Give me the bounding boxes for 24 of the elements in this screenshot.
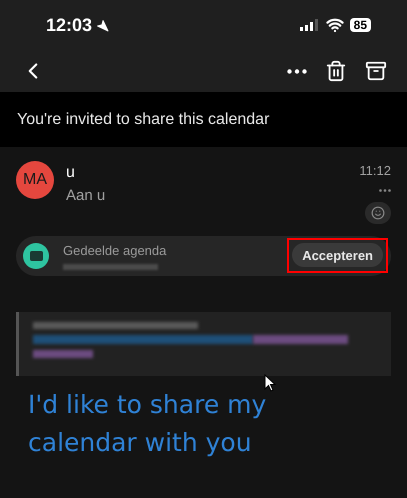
message-body: I'd like to share my calendar with you (28, 388, 268, 458)
smiley-icon (371, 206, 385, 220)
calendar-icon (23, 242, 49, 268)
email-subject: You're invited to share this calendar (17, 110, 270, 130)
signal-icon (300, 19, 320, 31)
archive-button[interactable] (365, 60, 387, 82)
more-icon (287, 68, 307, 74)
location-icon (96, 18, 110, 32)
more-button[interactable] (287, 68, 307, 74)
archive-icon (365, 60, 387, 82)
delete-button[interactable] (325, 60, 347, 82)
sender-avatar: MA (16, 161, 54, 199)
more-icon[interactable] (379, 188, 391, 192)
wifi-icon (326, 16, 344, 34)
accept-button[interactable]: Accepteren (292, 243, 383, 268)
battery-indicator: 85 (350, 18, 371, 32)
message-time: 11:12 (359, 162, 391, 180)
reaction-button[interactable] (365, 202, 391, 224)
trash-icon (325, 60, 347, 82)
status-time: 12:03 (46, 14, 92, 36)
cursor-icon (264, 374, 276, 392)
sender-name: u (66, 163, 76, 183)
recipient-text: Aan u (66, 186, 106, 206)
calendar-label: Gedeelde agenda (63, 242, 166, 260)
